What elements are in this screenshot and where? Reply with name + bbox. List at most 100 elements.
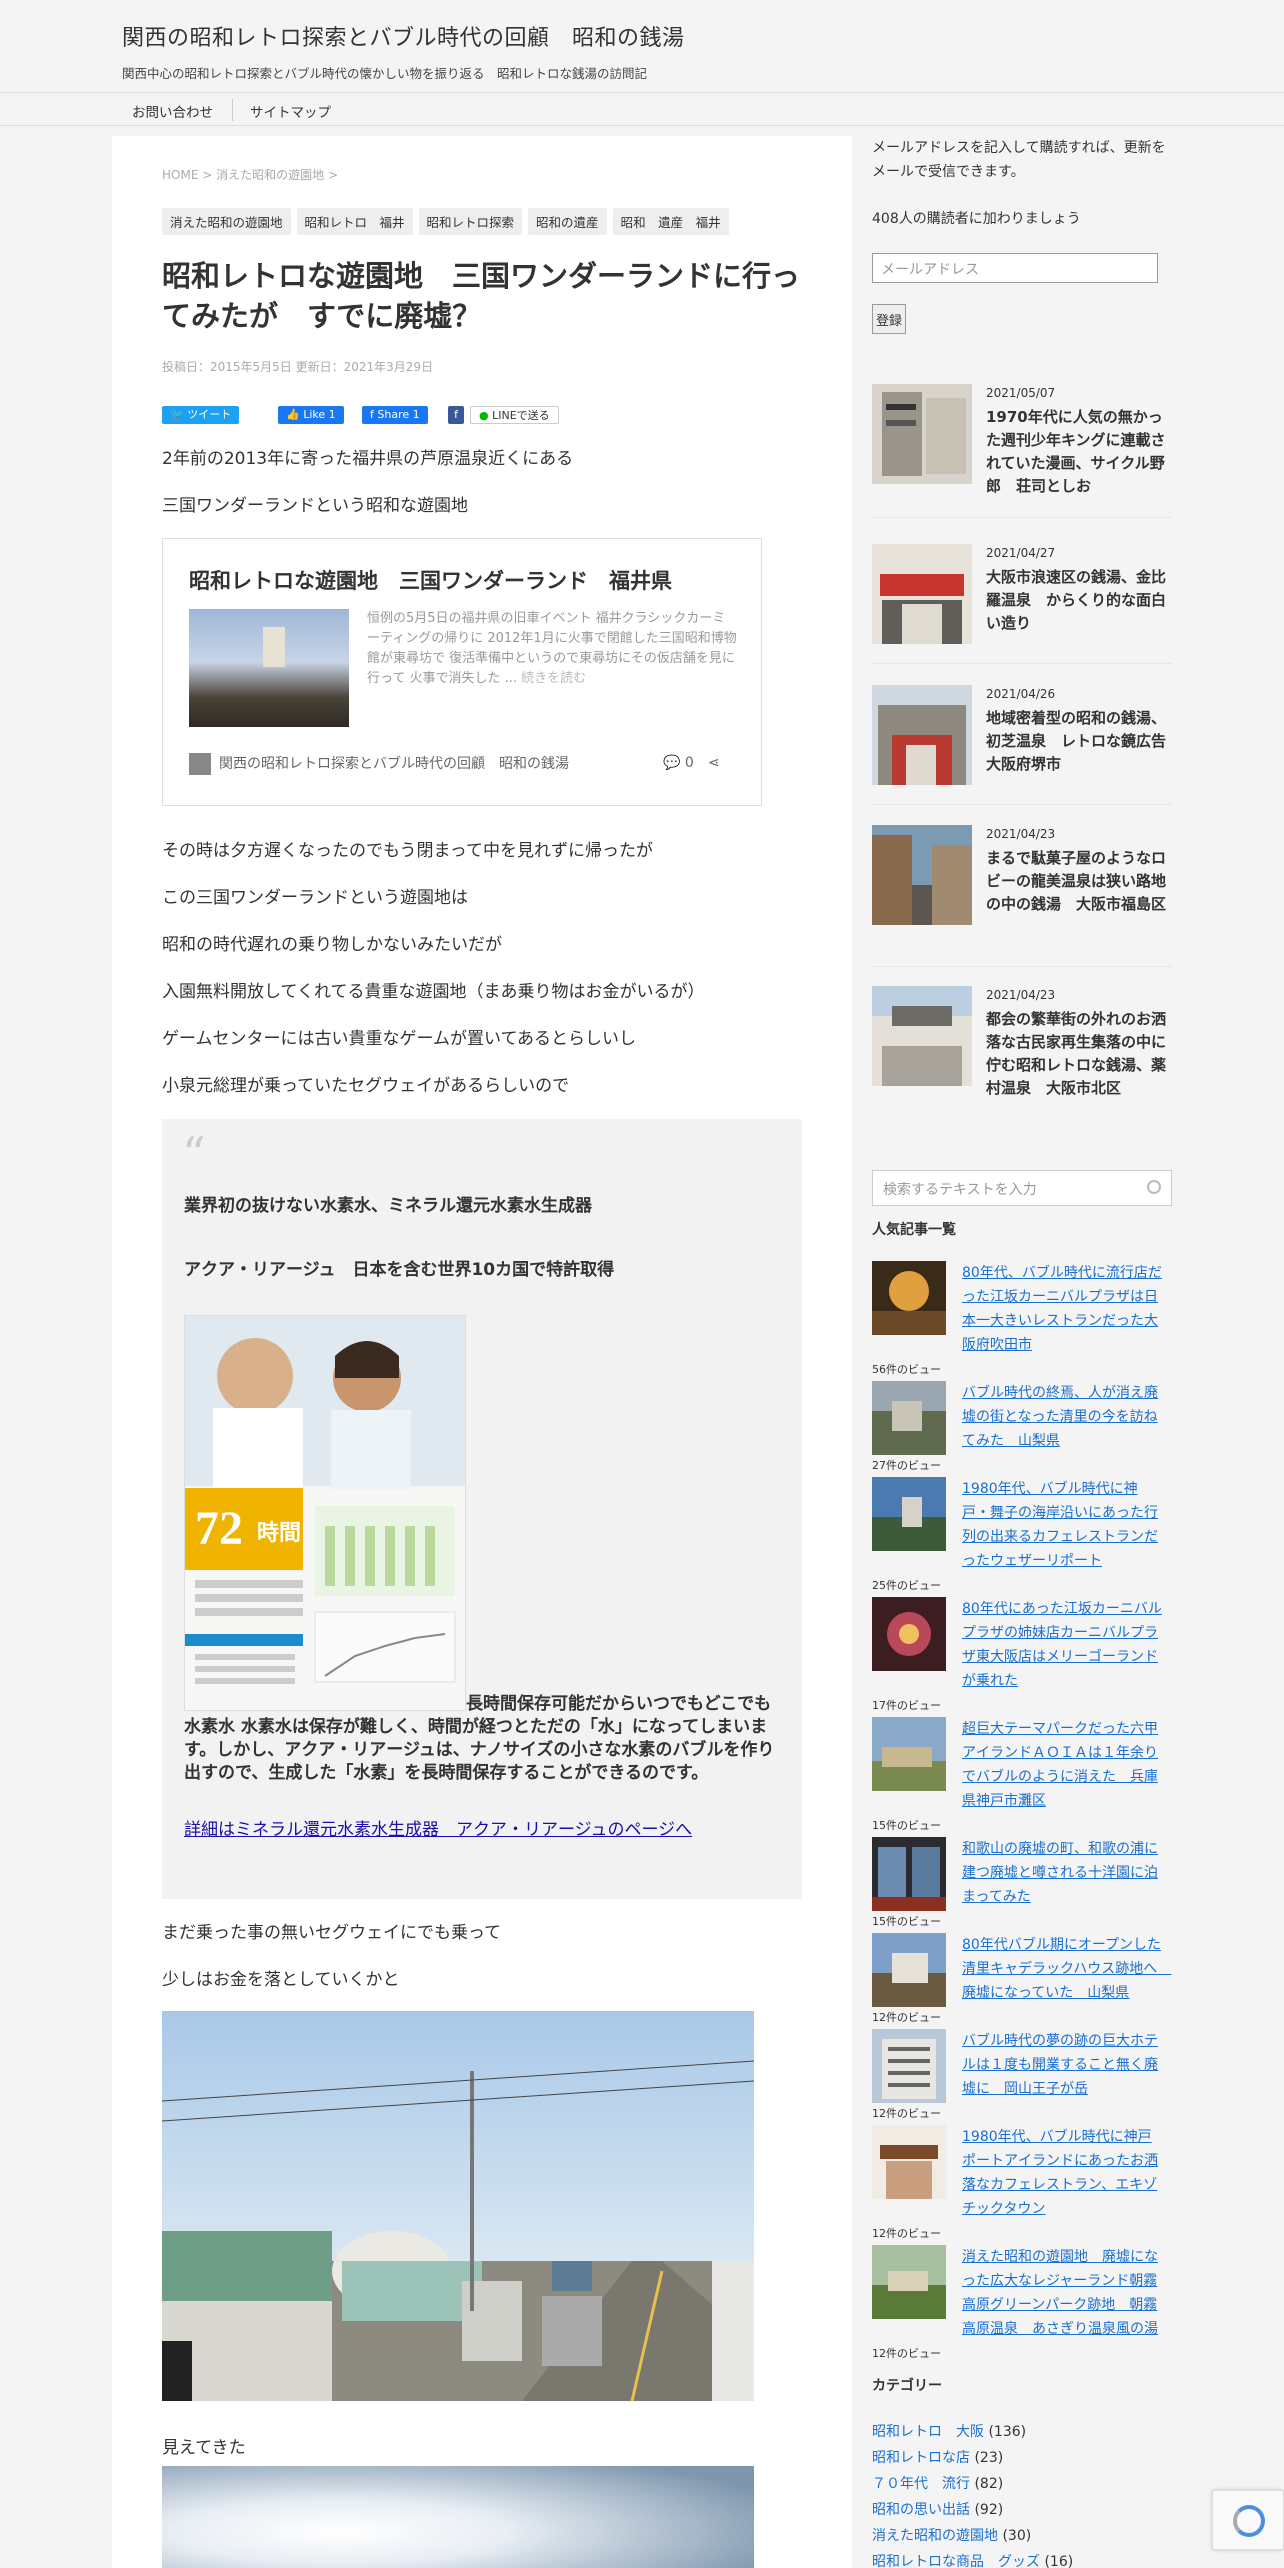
recent-post-item[interactable]: 2021/04/23 まるで駄菓子屋のようなロビーの龍美温泉は狭い路地の中の銭湯… [872,825,1172,967]
popular-post-title[interactable]: 消えた昭和の遊園地 廃墟になった広大なレジャーランド朝霧高原グリーンパーク跡地 … [962,2245,1162,2341]
promo-body-text: 長時間保存可能だからいつでもどこでも水素水 水素水は保存が難しく、時間が経つとた… [184,1694,775,1783]
popular-post-thumbnail[interactable] [872,2029,946,2103]
recent-post-thumbnail[interactable] [872,685,972,785]
tag-item[interactable]: 昭和レトロ 福井 [296,208,413,235]
popular-post-thumbnail[interactable] [872,1597,946,1671]
tweet-button[interactable]: 🐦 ツイート [162,406,240,424]
popular-post-thumbnail[interactable] [872,2245,946,2319]
recent-post-item[interactable]: 2021/05/07 1970年代に人気の無かった週刊少年キングに連載されていた… [872,384,1172,518]
card-read-more[interactable]: 続きを読む [521,671,586,686]
comment-count: 0 [684,755,694,771]
subscribe-text: メールアドレスを記入して購読すれば、更新をメールで受信できます。 [872,140,1166,180]
line-share-button[interactable]: ● LINEで送る [470,406,559,424]
paragraph: この三国ワンダーランドという遊園地は [162,888,468,908]
email-field[interactable]: メールアドレス [872,253,1158,283]
category-link[interactable]: 消えた昭和の遊園地 [872,2528,998,2544]
view-count: 56件のビュー [872,1363,941,1376]
paragraph: その時は夕方遅くなったのでもう閉まって中を見れずに帰ったが [162,841,653,861]
blog-card[interactable]: 昭和レトロな遊園地 三国ワンダーランド 福井県 恒例の5月5日の福井県の旧車イベ… [162,538,762,806]
search-icon[interactable] [1147,1180,1161,1194]
popular-post-title[interactable]: 1980年代、バブル時代に神戸ポートアイランドにあったお洒落なカフェレストラン、… [962,2125,1162,2221]
subscribe-button[interactable]: 登録 [872,304,906,334]
facebook-like-button[interactable]: 👍 Like 1 [278,406,344,424]
popular-post-title[interactable]: 80年代、バブル時代に流行店だった江坂カーニバルプラザは日本一大きいレストランだ… [962,1261,1162,1357]
recent-post-title[interactable]: 地域密着型の昭和の銭湯、初芝温泉 レトロな鏡広告 大阪府堺市 [986,707,1181,776]
nav-item-sitemap[interactable]: サイトマップ [250,101,331,121]
card-title[interactable]: 昭和レトロな遊園地 三国ワンダーランド 福井県 [189,565,672,595]
recent-post-title[interactable]: 1970年代に人気の無かった週刊少年キングに連載されていた漫画、サイクル野郎 荘… [986,406,1166,498]
share-label: Share 1 [377,408,420,421]
category-count: (92) [974,2502,1004,2518]
site-title[interactable]: 関西の昭和レトロ探索とバブル時代の回顧 昭和の銭湯 [122,20,685,52]
facebook-icon[interactable]: f [448,406,464,424]
popular-post-title[interactable]: 和歌山の廃墟の町、和歌の浦に建つ廃墟と噂される十洋園に泊まってみた [962,1837,1162,1909]
popular-post-title[interactable]: バブル時代の夢の跡の巨大ホテルは１度も開業すること無く廃墟に 岡山王子が岳 [962,2029,1162,2101]
nav-item-contact[interactable]: お問い合わせ [132,101,213,121]
card-comments[interactable]: 💬 0 ⋖ [663,755,720,771]
promo-link[interactable]: 詳細はミネラル還元水素水生成器 アクア・リアージュのページへ [184,1815,692,1840]
view-count: 12件のビュー [872,2227,941,2240]
paragraph: 見えてきた [162,2438,246,2458]
category-link[interactable]: 昭和の思い出話 [872,2502,970,2518]
category-link[interactable]: 昭和レトロな店 [872,2450,970,2466]
search-input[interactable]: 検索するテキストを入力 [872,1170,1172,1206]
promo-heading: 業界初の抜けない水素水、ミネラル還元水素水生成器 [184,1196,592,1216]
breadcrumb-home[interactable]: HOME [162,168,198,182]
popular-post-title[interactable]: 80年代にあった江坂カーニバルプラザの姉妹店カーニバルプラザ東大阪店はメリーゴー… [962,1597,1162,1693]
promo-body: 長時間保存可能だからいつでもどこでも水素水 水素水は保存が難しく、時間が経つとた… [184,1693,784,1785]
global-nav: お問い合わせ サイトマップ [0,92,1284,126]
popular-post-thumbnail[interactable] [872,1933,946,2007]
paragraph: 小泉元総理が乗っていたセグウェイがあるらしいので [162,1076,570,1096]
promo-blockquote: “ 業界初の抜けない水素水、ミネラル還元水素水生成器 アクア・リアージュ 日本を… [162,1119,802,1899]
category-count: (30) [1002,2528,1032,2544]
recent-post-thumbnail[interactable] [872,384,972,484]
popular-post-thumbnail[interactable] [872,1381,946,1455]
promo-subheading: アクア・リアージュ 日本を含む世界10カ国で特許取得 [184,1260,615,1280]
like-label: Like 1 [303,408,336,421]
popular-post-thumbnail[interactable] [872,2125,946,2199]
breadcrumb: HOME > 消えた昭和の遊園地 > [162,166,338,183]
recent-post-date: 2021/04/23 [986,827,1056,841]
category-link[interactable]: ７０年代 流行 [872,2476,970,2492]
popular-post-title[interactable]: 1980年代、バブル時代に神戸・舞子の海岸沿いにあった行列の出来るカフェレストラ… [962,1477,1162,1573]
tag-item[interactable]: 昭和レトロ探索 [418,208,523,235]
tag-list: 消えた昭和の遊園地 昭和レトロ 福井 昭和レトロ探索 昭和の遺産 昭和 遺産 福… [162,208,729,235]
recent-post-item[interactable]: 2021/04/27 大阪市浪速区の銭湯、金比羅温泉 からくり的な面白い造り [872,544,1172,664]
recent-post-title[interactable]: 都会の繁華街の外れのお洒落な古民家再生集落の中に佇む昭和レトロな銭湯、薬村温泉 … [986,1008,1166,1100]
popular-post-title[interactable]: バブル時代の終焉、人が消え廃墟の街となった清里の今を訪ねてみた 山梨県 [962,1381,1162,1453]
popular-post-thumbnail[interactable] [872,1837,946,1911]
recent-post-date: 2021/04/23 [986,988,1056,1002]
recent-post-title[interactable]: 大阪市浪速区の銭湯、金比羅温泉 からくり的な面白い造り [986,566,1166,635]
recaptcha-icon [1233,2505,1265,2537]
promo-image[interactable]: 72 時間 [184,1315,466,1711]
popular-post-title[interactable]: 超巨大テーマパークだった六甲アイランドＡＯＩＡは１年余りでバブルのように消えた … [962,1717,1162,1813]
card-thumbnail[interactable] [189,609,349,727]
site-favicon [189,753,211,775]
category-link[interactable]: 昭和レトロ 大阪 [872,2424,984,2440]
popular-post-thumbnail[interactable] [872,1477,946,1551]
category-link[interactable]: 昭和レトロな商品 グッズ [872,2554,1040,2568]
recaptcha-badge[interactable] [1212,2490,1284,2550]
twitter-icon: 🐦 [170,408,188,421]
site-description: 関西中心の昭和レトロ探索とバブル時代の懐かしい物を振り返る 昭和レトロな銭湯の訪… [122,66,648,81]
popular-post-thumbnail[interactable] [872,1717,946,1791]
recent-post-thumbnail[interactable] [872,544,972,644]
popular-post-title[interactable]: 80年代バブル期にオープンした清里キャデラックハウス跡地へ 廃墟になっていた 山… [962,1933,1171,2005]
recent-post-item[interactable]: 2021/04/26 地域密着型の昭和の銭湯、初芝温泉 レトロな鏡広告 大阪府堺… [872,685,1181,805]
tag-item[interactable]: 消えた昭和の遊園地 [162,208,291,235]
facebook-share-button[interactable]: f Share 1 [362,406,428,424]
recent-post-thumbnail[interactable] [872,825,972,925]
share-icon[interactable]: ⋖ [708,755,720,771]
recent-post-date: 2021/04/27 [986,546,1056,560]
recent-post-thumbnail[interactable] [872,986,972,1086]
card-excerpt: 恒例の5月5日の福井県の旧車イベント 福井クラシックカーミーティングの帰りに 2… [367,609,737,689]
breadcrumb-category[interactable]: 消えた昭和の遊園地 [216,168,324,182]
recent-post-title[interactable]: まるで駄菓子屋のようなロビーの龍美温泉は狭い路地の中の銭湯 大阪市福島区 [986,847,1166,916]
recent-post-date: 2021/05/07 [986,386,1056,400]
article-photo [162,2011,754,2401]
paragraph: 三国ワンダーランドという昭和な遊園地 [162,496,468,516]
tag-item[interactable]: 昭和の遺産 [528,208,607,235]
recent-post-item[interactable]: 2021/04/23 都会の繁華街の外れのお洒落な古民家再生集落の中に佇む昭和レ… [872,986,1172,1136]
tag-item[interactable]: 昭和 遺産 福井 [612,208,729,235]
popular-post-thumbnail[interactable] [872,1261,946,1335]
